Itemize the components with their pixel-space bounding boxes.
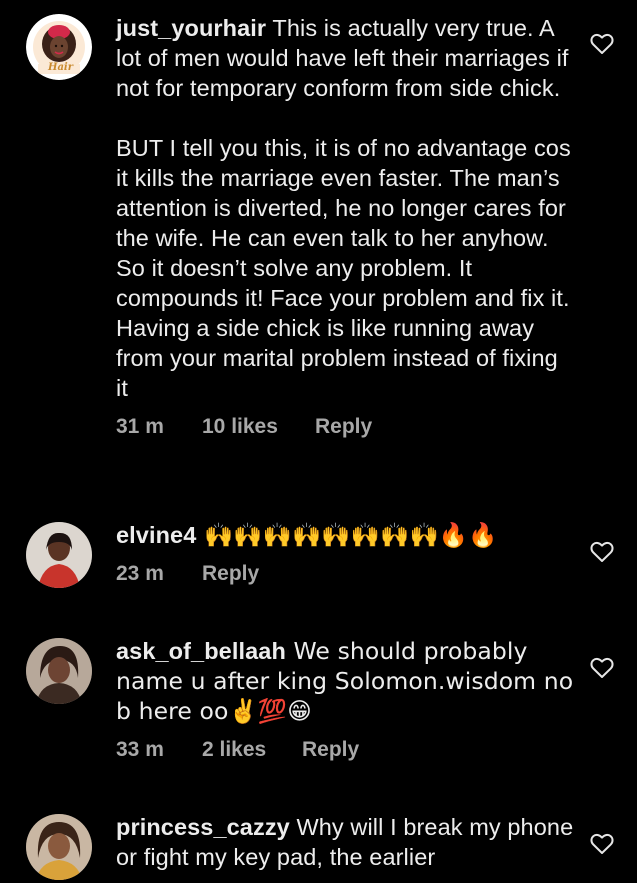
like-button[interactable]	[590, 33, 614, 55]
comment-text: princess_cazzy Why will I break my phone…	[116, 812, 576, 872]
reply-button[interactable]: Reply	[302, 738, 359, 762]
like-button[interactable]	[590, 833, 614, 855]
comment-likes[interactable]: 2 likes	[202, 738, 302, 762]
avatar[interactable]: Hair	[26, 14, 92, 80]
heart-outline-icon	[590, 541, 614, 562]
avatar-image	[26, 638, 92, 704]
comment-username[interactable]: ask_of_bellaah	[116, 638, 286, 664]
comment-body: 🙌🙌🙌🙌🙌🙌🙌🙌🔥🔥	[196, 521, 498, 549]
like-button[interactable]	[590, 657, 614, 679]
avatar[interactable]	[26, 814, 92, 880]
avatar[interactable]	[26, 522, 92, 588]
comment-text: ask_of_bellaah We should probably name u…	[116, 636, 576, 726]
comment-time: 33 m	[116, 738, 164, 761]
comment-meta: 33 m 2 likes Reply	[116, 738, 576, 762]
comment-body: This is actually very true. A lot of men…	[116, 15, 571, 401]
comment-text: just_yourhair This is actually very true…	[116, 13, 576, 403]
avatar-image	[26, 522, 92, 588]
heart-outline-icon	[590, 657, 614, 678]
like-button[interactable]	[590, 541, 614, 563]
comment-meta: 31 m 10 likes Reply	[116, 415, 576, 439]
comment-username[interactable]: princess_cazzy	[116, 814, 290, 840]
avatar-logo-text: Hair	[48, 62, 73, 73]
comment-time: 31 m	[116, 415, 164, 438]
comment-text: elvine4 🙌🙌🙌🙌🙌🙌🙌🙌🔥🔥	[116, 520, 576, 550]
heart-outline-icon	[590, 833, 614, 854]
reply-button[interactable]: Reply	[315, 415, 372, 439]
comment-time: 23 m	[116, 562, 164, 585]
comment-likes[interactable]: 10 likes	[202, 415, 315, 439]
comment-username[interactable]: elvine4	[116, 522, 196, 548]
comment-meta: 23 m Reply	[116, 562, 576, 586]
heart-outline-icon	[590, 33, 614, 54]
reply-button[interactable]: Reply	[202, 562, 259, 586]
comment-username[interactable]: just_yourhair	[116, 15, 266, 41]
avatar[interactable]	[26, 638, 92, 704]
avatar-image	[26, 814, 92, 880]
